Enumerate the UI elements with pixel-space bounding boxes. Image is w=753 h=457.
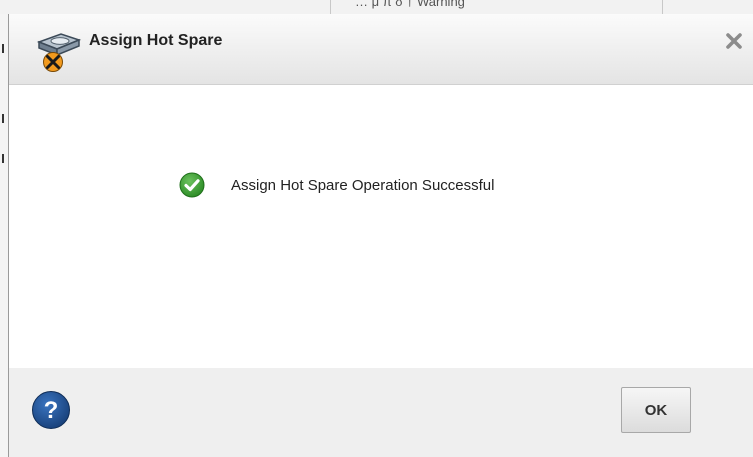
edge-tick bbox=[2, 114, 4, 123]
dialog-footer: ? OK bbox=[9, 368, 753, 457]
background-left-edge bbox=[0, 14, 9, 457]
dialog-title: Assign Hot Spare bbox=[89, 32, 223, 49]
background-column-divider bbox=[662, 0, 663, 14]
background-cell-text: … μ π δ † Warning bbox=[355, 0, 465, 9]
assign-hot-spare-dialog: Assign Hot Spare Assign Hot Spare Operat… bbox=[9, 14, 753, 457]
svg-text:?: ? bbox=[44, 397, 59, 424]
dialog-titlebar[interactable]: Assign Hot Spare bbox=[9, 14, 753, 85]
hot-spare-drive-tools-icon bbox=[36, 33, 82, 72]
ok-button[interactable]: OK bbox=[621, 387, 691, 433]
page: … μ π δ † Warning Assign Hot Spare Assig… bbox=[0, 0, 753, 457]
success-check-icon bbox=[179, 172, 205, 198]
status-message: Assign Hot Spare Operation Successful bbox=[231, 177, 495, 194]
background-window: … μ π δ † Warning bbox=[0, 0, 753, 14]
edge-tick bbox=[2, 44, 4, 53]
background-column-divider bbox=[330, 0, 331, 14]
status-message-row: Assign Hot Spare Operation Successful bbox=[9, 170, 753, 204]
close-icon[interactable] bbox=[725, 32, 743, 50]
help-icon[interactable]: ? bbox=[31, 390, 71, 430]
edge-tick bbox=[2, 154, 4, 163]
